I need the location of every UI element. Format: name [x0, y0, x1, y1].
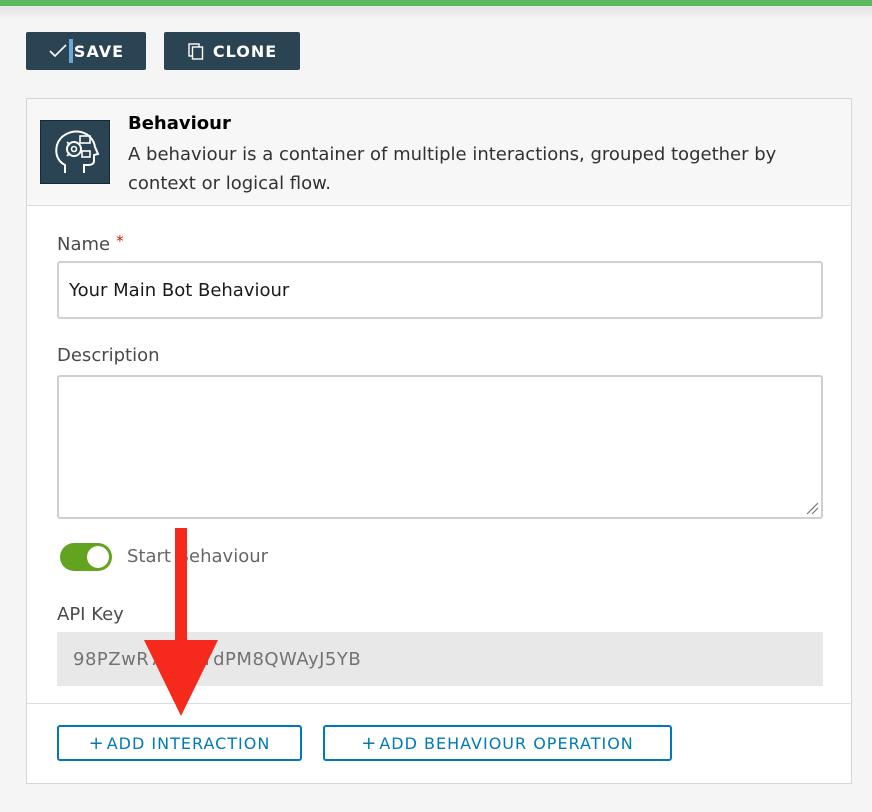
behaviour-head-gears-icon — [40, 120, 110, 184]
plus-icon: + — [88, 732, 105, 754]
add-behaviour-operation-button[interactable]: + ADD BEHAVIOUR OPERATION — [323, 725, 672, 761]
name-input[interactable] — [57, 261, 823, 319]
add-interaction-button[interactable]: + ADD INTERACTION — [57, 725, 302, 761]
check-icon — [49, 44, 67, 58]
description-textarea[interactable] — [57, 375, 823, 519]
required-mark: * — [116, 232, 124, 250]
plus-icon: + — [361, 732, 378, 754]
description-label: Description — [57, 345, 160, 366]
api-key-value: 98PZwR78GNYdPM8QWAyJ5YB — [73, 648, 362, 670]
footer-divider — [27, 703, 851, 704]
add-operation-label: ADD BEHAVIOUR OPERATION — [379, 733, 634, 753]
resize-grip-icon[interactable] — [805, 501, 819, 515]
clone-icon — [188, 43, 204, 60]
card-description: A behaviour is a container of multiple i… — [128, 144, 777, 194]
api-key-field[interactable]: 98PZwR78GNYdPM8QWAyJ5YB — [57, 632, 823, 686]
add-interaction-label: ADD INTERACTION — [106, 733, 271, 753]
text-cursor-mark — [68, 39, 73, 63]
name-label: Name * — [57, 232, 124, 255]
top-shadow — [0, 6, 872, 20]
name-label-text: Name — [57, 234, 111, 255]
toggle-knob — [87, 546, 109, 568]
start-behaviour-label: Start Behaviour — [127, 546, 269, 567]
clone-button[interactable]: CLONE — [164, 32, 300, 70]
save-button-label: SAVE — [73, 41, 125, 61]
api-key-label: API Key — [57, 604, 124, 625]
card-title: Behaviour — [128, 113, 231, 134]
save-button[interactable]: SAVE — [26, 32, 146, 70]
behaviour-card: Behaviour A behaviour is a container of … — [26, 98, 852, 784]
card-header: Behaviour A behaviour is a container of … — [27, 99, 851, 206]
clone-button-label: CLONE — [212, 41, 278, 61]
start-behaviour-toggle[interactable] — [60, 543, 112, 571]
